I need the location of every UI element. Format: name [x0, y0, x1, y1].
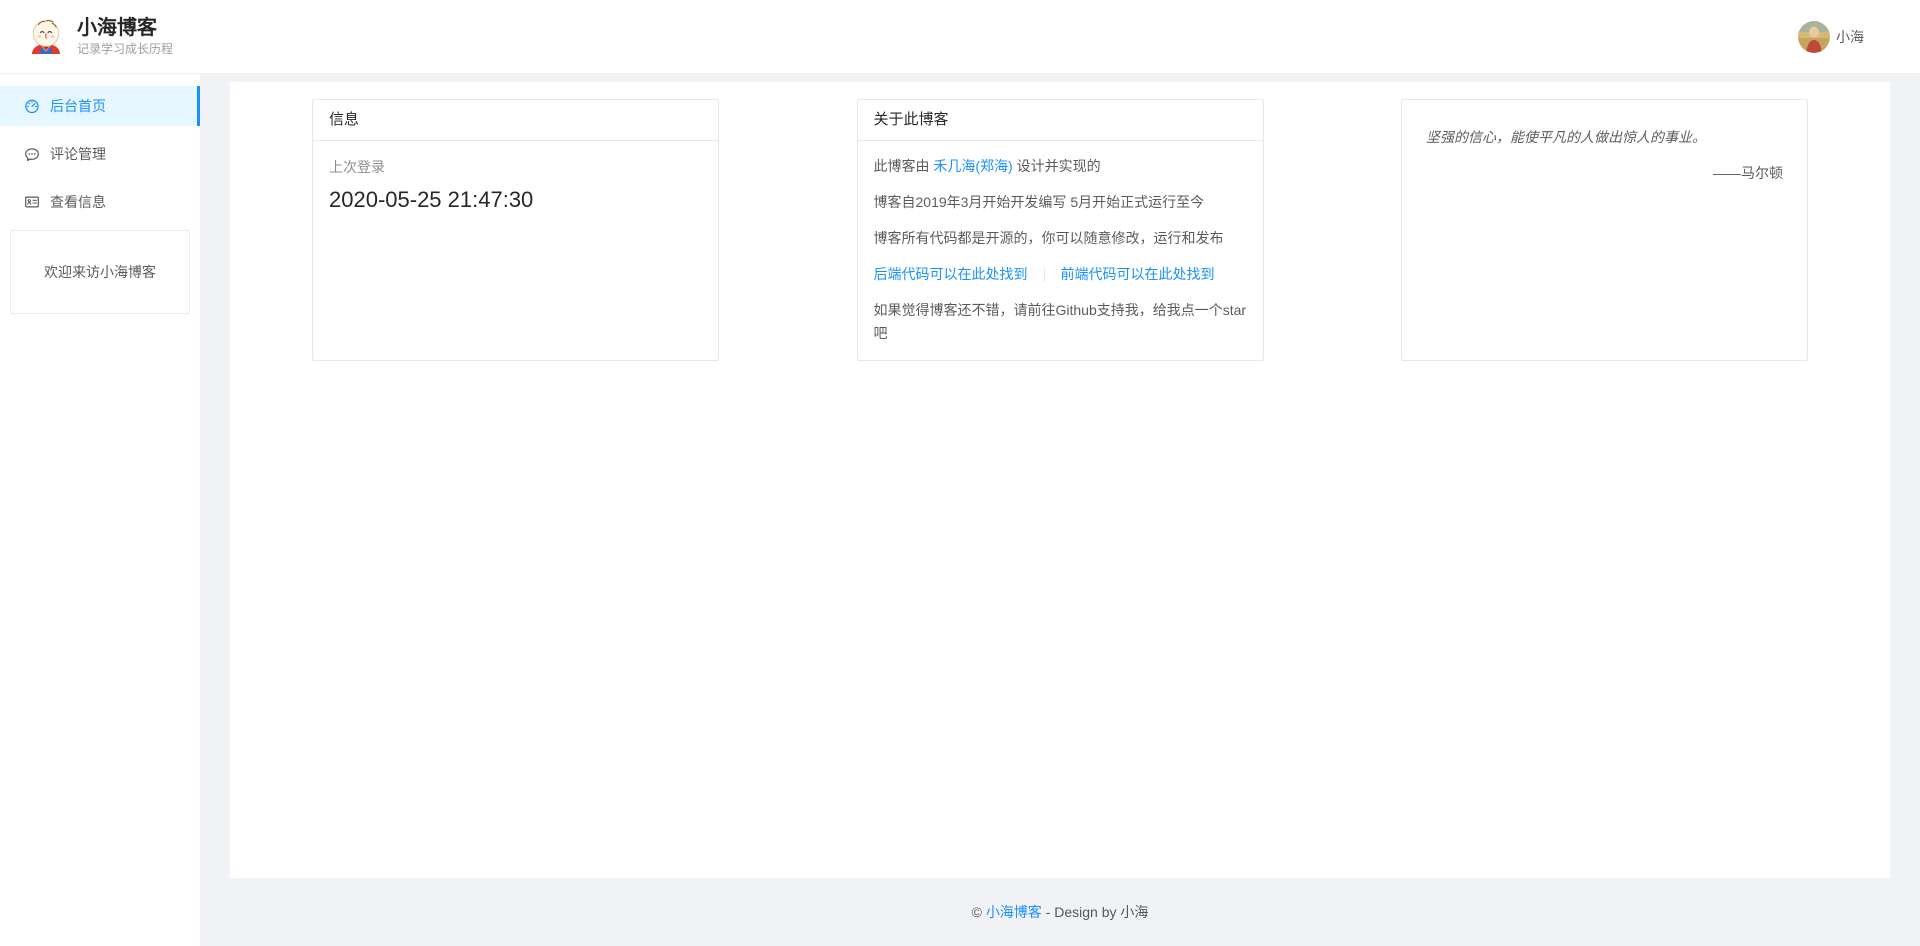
content-area: 信息 上次登录 2020-05-25 21:47:30 关于此博客 此博客由 禾…	[200, 74, 1920, 946]
about-line-5: 如果觉得博客还不错，请前往Github支持我，给我点一个star吧	[874, 299, 1247, 345]
welcome-text: 欢迎来访小海博客	[44, 262, 156, 282]
footer-copyright: ©	[972, 904, 986, 920]
about-line1-suffix: 设计并实现的	[1013, 158, 1101, 174]
about-code-links: 后端代码可以在此处找到 前端代码可以在此处找到	[874, 263, 1247, 286]
sidebar-item-label: 查看信息	[50, 192, 106, 212]
sidebar-item-label: 后台首页	[50, 96, 106, 116]
app-header: 小海博客 记录学习成长历程 小海	[0, 0, 1920, 74]
footer-site-link[interactable]: 小海博客	[986, 902, 1042, 922]
sidebar-item-label: 评论管理	[50, 144, 106, 164]
author-link[interactable]: 禾几海(郑海)	[933, 158, 1012, 174]
dashboard-icon	[24, 98, 40, 114]
info-card-body: 上次登录 2020-05-25 21:47:30	[313, 141, 718, 227]
about-line-1: 此博客由 禾几海(郑海) 设计并实现的	[874, 155, 1247, 178]
sidebar: 后台首页 评论管理	[0, 74, 200, 946]
quote-card-body: 坚强的信心，能使平凡的人做出惊人的事业。 ——马尔顿	[1402, 100, 1807, 185]
about-card-title: 关于此博客	[858, 100, 1263, 141]
sidebar-item-view-info[interactable]: 查看信息	[0, 182, 200, 222]
quote-text: 坚强的信心，能使平凡的人做出惊人的事业。	[1426, 126, 1783, 149]
info-card-title: 信息	[313, 100, 718, 141]
brand-text: 小海博客 记录学习成长历程	[77, 16, 173, 58]
footer-author: 小海	[1120, 902, 1148, 922]
site-title: 小海博客	[77, 16, 173, 41]
about-line-2: 博客自2019年3月开始开发编写 5月开始正式运行至今	[874, 191, 1247, 214]
last-login-value: 2020-05-25 21:47:30	[329, 187, 702, 213]
layout-body: 后台首页 评论管理	[0, 74, 1920, 946]
backend-code-link[interactable]: 后端代码可以在此处找到	[874, 266, 1028, 282]
frontend-code-link[interactable]: 前端代码可以在此处找到	[1061, 266, 1215, 282]
sidebar-item-dashboard[interactable]: 后台首页	[0, 86, 200, 126]
about-line-3: 博客所有代码都是开源的，你可以随意修改，运行和发布	[874, 227, 1247, 250]
blog-logo-icon	[26, 17, 66, 57]
user-avatar	[1798, 21, 1830, 53]
idcard-icon	[24, 194, 40, 210]
sidebar-item-comments[interactable]: 评论管理	[0, 134, 200, 174]
quote-author: ——马尔顿	[1426, 162, 1783, 185]
about-card-body: 此博客由 禾几海(郑海) 设计并实现的 博客自2019年3月开始开发编写 5月开…	[858, 141, 1263, 372]
page: 小海博客 记录学习成长历程 小海	[0, 0, 1920, 946]
welcome-box: 欢迎来访小海博客	[10, 230, 190, 314]
last-login-label: 上次登录	[329, 157, 702, 177]
footer: © 小海博客 - Design by 小海	[230, 878, 1890, 946]
about-card: 关于此博客 此博客由 禾几海(郑海) 设计并实现的 博客自2019年3月开始开发…	[857, 99, 1264, 361]
user-name: 小海	[1836, 27, 1864, 47]
logo-link[interactable]: 小海博客 记录学习成长历程	[26, 16, 173, 58]
main-panel: 信息 上次登录 2020-05-25 21:47:30 关于此博客 此博客由 禾…	[230, 82, 1890, 878]
user-menu[interactable]: 小海	[1798, 21, 1864, 53]
about-line1-prefix: 此博客由	[874, 158, 934, 174]
sidebar-menu: 后台首页 评论管理	[0, 86, 200, 222]
quote-card: 坚强的信心，能使平凡的人做出惊人的事业。 ——马尔顿	[1401, 99, 1808, 361]
footer-middle-text: - Design by	[1042, 904, 1121, 920]
comment-icon	[24, 146, 40, 162]
site-subtitle: 记录学习成长历程	[77, 41, 173, 58]
vertical-divider	[1044, 268, 1045, 282]
info-card: 信息 上次登录 2020-05-25 21:47:30	[312, 99, 719, 361]
